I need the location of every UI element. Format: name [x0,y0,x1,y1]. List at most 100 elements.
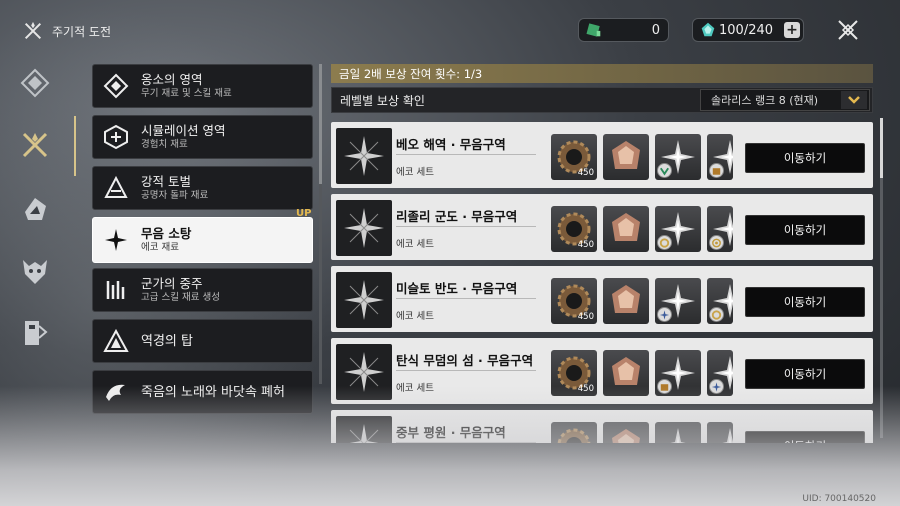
stamina-crystal-icon [701,22,715,37]
dungeon-set-label: 에코 세트 [396,311,434,322]
dungeon-row[interactable]: 중부 평원 · 무음구역 이동하기 [331,410,873,443]
element-badge-icon [657,379,672,394]
level-reward-label: 레벨별 보상 확인 [340,93,425,108]
reward-item[interactable] [655,422,701,443]
category-title: 강적 토벌 [141,174,191,189]
plus-icon[interactable]: + [784,22,800,38]
reward-item[interactable]: 450 [551,350,597,396]
element-badge-icon [657,235,672,250]
dungeon-set-label: 에코 세트 [396,239,434,250]
element-badge-icon [709,235,724,250]
category-item-1[interactable]: 옹소의 영역 무기 재료 및 스킬 재료 [92,64,313,108]
wing-icon[interactable] [20,194,50,224]
category-desc: 경험치 재료 [141,139,188,150]
dungeon-row[interactable]: 베오 해역 · 무음구역에코 세트 450 이동하기 [331,122,873,188]
green-currency-value: 0 [651,22,660,38]
demon-mask-icon[interactable] [20,256,50,286]
reward-item[interactable] [551,422,597,443]
category-item-7[interactable]: 죽음의 노래와 바닷속 폐허 [92,370,313,414]
periodic-challenge-icon [24,21,42,40]
door-icon[interactable] [20,318,50,348]
category-desc: 에코 재료 [141,242,179,253]
element-badge-icon [657,307,672,322]
category-icon [99,69,133,103]
crossed-blades-icon[interactable] [20,130,50,160]
reward-item[interactable] [707,422,733,443]
divider [396,298,536,299]
category-title: 옹소의 영역 [141,72,203,87]
go-button[interactable]: 이동하기 [745,431,865,443]
reward-item[interactable] [707,206,733,252]
dungeon-list[interactable]: 베오 해역 · 무음구역 에코 세트 450 이동하기 리졸리 군도 · 무음구역 에코 … [331,118,873,443]
chevron-down-icon[interactable] [841,91,867,109]
page-title: 주기적 도전 [52,24,112,39]
reward-item[interactable] [655,206,701,252]
divider [396,370,536,371]
category-title: 역경의 탑 [141,333,193,349]
divider [396,442,536,443]
reward-item[interactable]: 450 [551,134,597,180]
reward-item[interactable]: 450 [551,278,597,324]
dungeon-thumbnail [336,200,392,256]
reward-item[interactable] [603,422,649,443]
reward-item[interactable] [707,278,733,324]
level-reward-header: 레벨별 보상 확인 솔라리스 랭크 8 (현재) [331,87,873,113]
go-button[interactable]: 이동하기 [745,143,865,173]
reward-count: 450 [577,312,594,322]
rank-dropdown[interactable]: 솔라리스 랭크 8 (현재) [700,89,870,111]
reward-item[interactable]: 450 [551,206,597,252]
element-badge-icon [709,379,724,394]
go-button[interactable]: 이동하기 [745,287,865,317]
dungeon-thumbnail [336,272,392,328]
reward-item[interactable] [603,134,649,180]
up-badge: UP [296,208,312,219]
stamina-value: 100/240 [719,22,774,38]
category-icon [99,171,133,205]
nav-active-indicator [74,116,76,176]
close-icon[interactable] [836,18,860,42]
reward-item[interactable] [655,278,701,324]
category-item-2[interactable]: 시뮬레이션 영역 경험치 재료 [92,115,313,159]
category-scrollbar[interactable] [319,64,322,384]
category-desc: 고급 스킬 재료 생성 [141,292,220,303]
dungeon-name: 중부 평원 · 무음구역 [396,425,506,440]
category-item-5[interactable]: 군가의 중주 고급 스킬 재료 생성 [92,268,313,312]
reward-item[interactable] [707,134,733,180]
reward-item[interactable] [603,206,649,252]
dungeon-thumbnail [336,128,392,184]
stamina-display[interactable]: 100/240 + [692,18,804,42]
dungeon-list-scrollbar[interactable] [880,118,883,438]
dungeon-set-label: 에코 세트 [396,167,434,178]
page-header: 주기적 도전 [22,20,111,42]
reward-item[interactable] [655,350,701,396]
reward-item[interactable] [655,134,701,180]
reward-item[interactable] [603,350,649,396]
double-reward-banner: 금일 2배 보상 잔여 횟수: 1/3 [331,64,873,83]
category-item-6[interactable]: 역경의 탑 [92,319,313,363]
category-title: 시뮬레이션 영역 [141,123,226,138]
category-icon [99,223,133,257]
category-desc: 무기 재료 및 스킬 재료 [141,88,232,99]
category-title: 죽음의 노래와 바닷속 폐허 [141,384,285,400]
dungeon-thumbnail [336,416,392,443]
reward-item[interactable] [603,278,649,324]
divider [396,226,536,227]
dungeon-row[interactable]: 리졸리 군도 · 무음구역 에코 세트 450 이동하기 [331,194,873,260]
dungeon-name: 베오 해역 · 무음구역 [396,137,506,152]
category-item-4-selected[interactable]: 무음 소탕 에코 재료 [92,217,313,263]
element-badge-icon [709,307,724,322]
dungeon-thumbnail [336,344,392,400]
go-button[interactable]: 이동하기 [745,215,865,245]
green-currency-display[interactable]: 0 [578,18,669,42]
go-button[interactable]: 이동하기 [745,359,865,389]
dungeon-row[interactable]: 탄식 무덤의 섬 · 무음구역 에코 세트 450 이동하기 [331,338,873,404]
reward-count: 450 [577,240,594,250]
category-item-3[interactable]: 강적 토벌 공명자 돌파 재료 [92,166,313,210]
diamond-compass-icon[interactable] [20,68,50,98]
dungeon-set-label: 에코 세트 [396,383,434,394]
category-icon [99,120,133,154]
category-icon [99,273,133,307]
category-title: 무음 소탕 [141,226,192,241]
reward-item[interactable] [707,350,733,396]
dungeon-row[interactable]: 미슬토 반도 · 무음구역 에코 세트 450 이동하기 [331,266,873,332]
